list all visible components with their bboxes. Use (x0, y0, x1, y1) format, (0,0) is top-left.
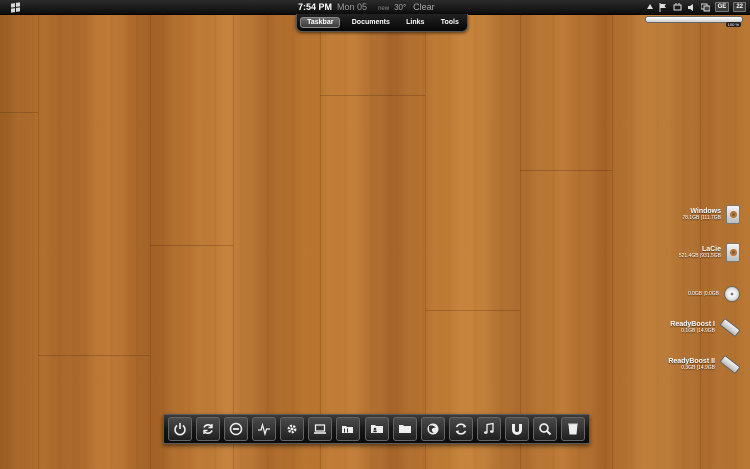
folder-icon[interactable] (392, 417, 417, 441)
plank-seam (150, 0, 151, 469)
drive-item[interactable]: ReadyBoost I 0.1GB |14.9GB (670, 317, 741, 338)
minus-circle-icon[interactable] (224, 417, 249, 441)
drive-item[interactable]: ReadyBoost II 0.3GB |14.9GB (668, 354, 741, 375)
drive-item[interactable]: 0.0GB |0.0GB (688, 286, 740, 302)
plank-cut (425, 310, 520, 311)
drive-usage: 0.3GB |14.9GB (681, 365, 715, 371)
tray-number-badge[interactable]: 22 (733, 2, 746, 12)
drive-name: Windows (690, 208, 721, 215)
user-folder-icon[interactable] (364, 417, 389, 441)
volume-icon[interactable] (687, 2, 697, 12)
drive-usage: 0.0GB |0.0GB (687, 291, 719, 297)
up-arrow-icon[interactable] (645, 2, 655, 12)
clock-weather[interactable]: 7:54 PM Mon 05 new 30° Clear (298, 0, 435, 14)
firefox-icon[interactable] (420, 417, 445, 441)
start-button[interactable] (4, 1, 26, 13)
tab-links[interactable]: Links (401, 17, 429, 28)
drive-usage: 521.4GB |931.5GB (678, 253, 721, 259)
top-bar: 7:54 PM Mon 05 new 30° Clear GE 22 (0, 0, 750, 15)
plank-seam (612, 0, 613, 469)
system-tray: GE 22 (645, 1, 746, 13)
plank-cut (320, 95, 425, 96)
flag-icon[interactable] (659, 2, 669, 12)
power-icon[interactable] (168, 417, 193, 441)
weather-new-label: new (378, 6, 390, 12)
trash-icon[interactable] (560, 417, 585, 441)
tab-taskbar[interactable]: Taskbar (300, 17, 341, 28)
gear-icon[interactable] (280, 417, 305, 441)
power-plug-icon[interactable] (673, 2, 683, 12)
drive-name: ReadyBoost I (670, 321, 715, 328)
drive-item[interactable]: Windows 78.1GB |111.7GB (682, 205, 740, 224)
usb-drive-icon (719, 354, 741, 375)
network-icon[interactable] (701, 2, 711, 12)
drive-name: LaCie (701, 246, 721, 253)
drive-name: ReadyBoost II (668, 358, 715, 365)
volume-slider[interactable]: 100 % (645, 15, 743, 27)
drive-usage: 0.1GB |14.9GB (681, 328, 715, 334)
plank-seam (520, 0, 521, 469)
weather-condition: Clear (413, 2, 435, 12)
music-note-icon[interactable] (476, 417, 501, 441)
windows-logo-icon (10, 1, 20, 13)
clock-time: 7:54 PM (298, 2, 333, 12)
plank-cut (0, 112, 38, 113)
tab-documents[interactable]: Documents (347, 17, 395, 28)
dock (163, 414, 590, 444)
plank-seam (425, 0, 426, 469)
plank-seam (38, 0, 39, 469)
utorrent-icon[interactable] (504, 417, 529, 441)
plank-seam (700, 0, 701, 469)
usb-drive-icon (719, 317, 741, 338)
search-icon[interactable] (532, 417, 557, 441)
plank-cut (150, 245, 233, 246)
drive-item[interactable]: LaCie 521.4GB |931.5GB (679, 243, 740, 262)
plank-cut (520, 170, 612, 171)
weather-temperature: 30° (394, 3, 407, 12)
clock-date: Mon 05 (337, 2, 368, 12)
hard-drive-icon (726, 243, 740, 262)
optical-disc-icon (724, 286, 740, 302)
folders-icon[interactable] (336, 417, 361, 441)
language-indicator[interactable]: GE (714, 2, 730, 12)
pulse-icon[interactable] (252, 417, 277, 441)
plank-seam (320, 0, 321, 469)
plank-seam (233, 0, 234, 469)
plank-cut (38, 355, 150, 356)
hard-drive-icon (726, 205, 740, 224)
volume-level-label: 100 % (725, 22, 741, 27)
drive-usage: 78.1GB |111.7GB (682, 215, 721, 221)
laptop-icon[interactable] (308, 417, 333, 441)
tab-tools[interactable]: Tools (436, 17, 464, 28)
refresh-icon[interactable] (196, 417, 221, 441)
launcher-tabs: Taskbar Documents Links Tools (296, 14, 468, 32)
itunes-icon[interactable] (448, 417, 473, 441)
